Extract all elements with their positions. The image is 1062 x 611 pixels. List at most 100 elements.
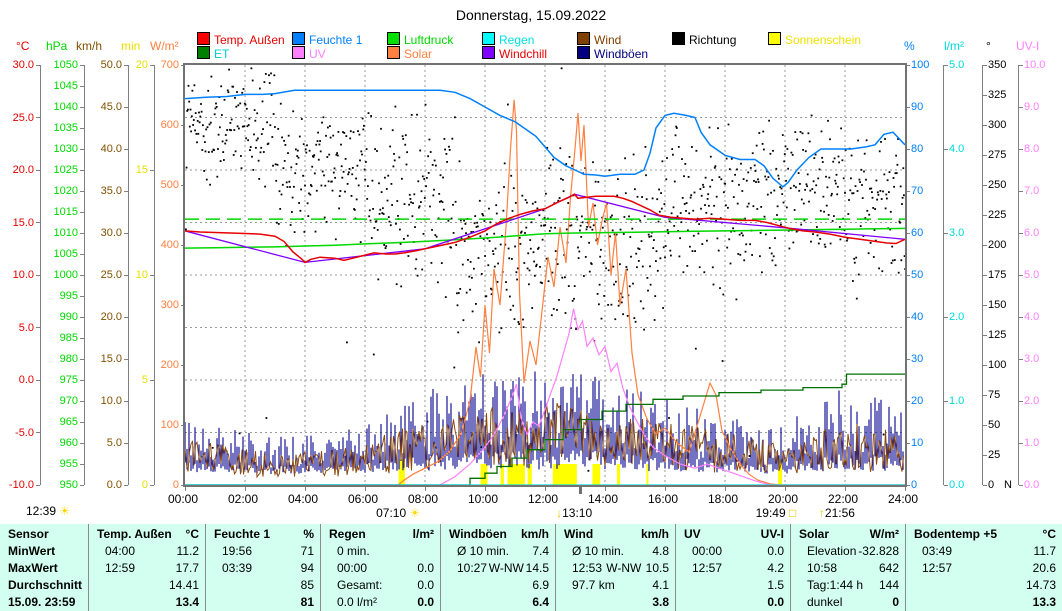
stats-row: 13.4 [97, 594, 199, 611]
tick-label-deg: 50 [988, 419, 1000, 431]
tick-deg [983, 335, 987, 336]
legend-label: Richtung [689, 33, 736, 47]
tick-label-hpa: 1015 [36, 206, 78, 218]
tick-label-hpa: 960 [36, 437, 78, 449]
tick-label-deg: 0 [988, 479, 994, 491]
tick-label-hpa: 1005 [36, 248, 78, 260]
tick-label-pct: 80 [911, 143, 923, 155]
tick-deg [983, 155, 987, 156]
tick-label-hpa: 990 [36, 311, 78, 323]
tick-label-lm2: 2.0 [949, 311, 964, 323]
stats-cell: 0.0 [767, 543, 784, 560]
stats-cell: 0 [892, 594, 899, 611]
tick-label-uvi: 0.0 [1024, 479, 1039, 491]
legend-item-windb-en: Windböen [577, 46, 648, 59]
axis-title-lm2: l/m² [944, 39, 964, 53]
stats-row: 85 [214, 577, 314, 594]
tick-kmh [124, 107, 128, 108]
tick-deg [983, 185, 987, 186]
legend-label: Solar [404, 47, 432, 61]
tick-label-wm2: 0 [137, 479, 179, 491]
stats-row: MinWert [8, 543, 82, 560]
stats-row: Ø 10 min.4.8 [564, 543, 669, 560]
tick-hpa [80, 254, 84, 255]
tick-uvi [1019, 359, 1023, 360]
x-tick [425, 487, 426, 491]
x-tick [905, 487, 906, 491]
weather-day-chart-window: Donnerstag, 15.09.2022 Temp. AußenFeucht… [0, 0, 1062, 611]
x-tick-label: 02:00 [228, 492, 258, 506]
stats-row: 0.0 l/m²0.0 [329, 594, 434, 611]
event-time: 19:49 [756, 506, 786, 520]
legend-color-box [482, 46, 495, 59]
stats-cell [97, 594, 105, 611]
tick-label-temp: 30.0 [0, 59, 34, 71]
stats-cell [684, 577, 692, 594]
stats-cell: 6.4 [532, 594, 549, 611]
x-tick-label: 12:00 [528, 492, 558, 506]
stats-cell: 85 [301, 577, 314, 594]
stats-cell: Elevation [799, 543, 856, 560]
stats-cell: 3.8 [652, 594, 669, 611]
stats-cell: Tag:1:44 h [799, 577, 863, 594]
tick-label-pct: 90 [911, 101, 923, 113]
tick-label-temp: 25.0 [0, 112, 34, 124]
stats-row: Gesamt:0.0 [329, 577, 434, 594]
stats-column-header: UVUV-I [684, 526, 784, 543]
legend-label: Sonnenschein [785, 33, 861, 47]
legend-item-sonnenschein: Sonnenschein [768, 32, 861, 45]
stats-cell: 00:00 [329, 560, 367, 577]
tick-label-hpa: 1035 [36, 122, 78, 134]
tick-hpa [80, 296, 84, 297]
x-tick-label: 22:00 [828, 492, 858, 506]
stats-cell: 10.5 [646, 560, 669, 577]
tick-label-wm2: 300 [137, 299, 179, 311]
stats-table: SensorMinWertMaxWertDurchschnitt15.09. 2… [0, 524, 1062, 611]
tick-hpa [80, 212, 84, 213]
tick-kmh [124, 317, 128, 318]
tick-lm2 [944, 401, 948, 402]
stats-cell: -32.828 [858, 543, 899, 560]
stats-cell: 0 min. [329, 543, 370, 560]
tick-label-hpa: 950 [36, 479, 78, 491]
tick-temp [36, 327, 40, 328]
stats-cell: 12:53 [564, 560, 602, 577]
tick-label-uvi: 1.0 [1024, 437, 1039, 449]
stats-cell: 13.3 [1033, 594, 1056, 611]
x-tick [305, 487, 306, 491]
stats-cell: 03:39 [214, 560, 252, 577]
legend-item-regen: Regen [482, 32, 534, 45]
stats-cell: 0.0 l/m² [329, 594, 377, 611]
stats-cell: 10:27 [449, 560, 487, 577]
tick-lm2 [944, 317, 948, 318]
stats-cell: 7.4 [532, 543, 549, 560]
stats-cell: 03:49 [914, 543, 952, 560]
tick-label-deg: 100 [988, 359, 1006, 371]
x-tick [545, 487, 546, 491]
x-tick [665, 487, 666, 491]
stats-cell: 14.41 [169, 577, 199, 594]
stats-row: 12:574.2 [684, 560, 784, 577]
stats-column-regen: Regenl/m²0 min.00:000.0Gesamt:0.00.0 l/m… [320, 524, 440, 611]
stats-column-solar: SolarW/m²Elevation-32.82810:58642Tag:1:4… [790, 524, 905, 611]
tick-label-hpa: 1020 [36, 185, 78, 197]
stats-cell: 00:00 [684, 543, 722, 560]
legend-color-box [387, 32, 400, 45]
sun-moon-event-1949: 19:49 □ [756, 506, 797, 520]
tick-label-pct: 50 [911, 269, 923, 281]
legend-label: Temp. Außen [214, 33, 285, 47]
stats-column-header: Bodentemp +5°C [914, 526, 1056, 543]
tick-uvi [1019, 275, 1023, 276]
legend-label: UV [309, 47, 326, 61]
legend-label: Luftdruck [404, 33, 453, 47]
tick-deg [983, 245, 987, 246]
axis-line-lm2 [943, 65, 944, 485]
legend-color-box [197, 32, 210, 45]
legend-label: Regen [499, 33, 534, 47]
legend-color-box [577, 32, 590, 45]
stats-column-wind: Windkm/hØ 10 min.4.812:53W-NW10.597.7 km… [555, 524, 675, 611]
tick-kmh [124, 149, 128, 150]
tick-label-pct: 30 [911, 353, 923, 365]
stats-row: 81 [214, 594, 314, 611]
tick-label-uvi: 4.0 [1024, 311, 1039, 323]
